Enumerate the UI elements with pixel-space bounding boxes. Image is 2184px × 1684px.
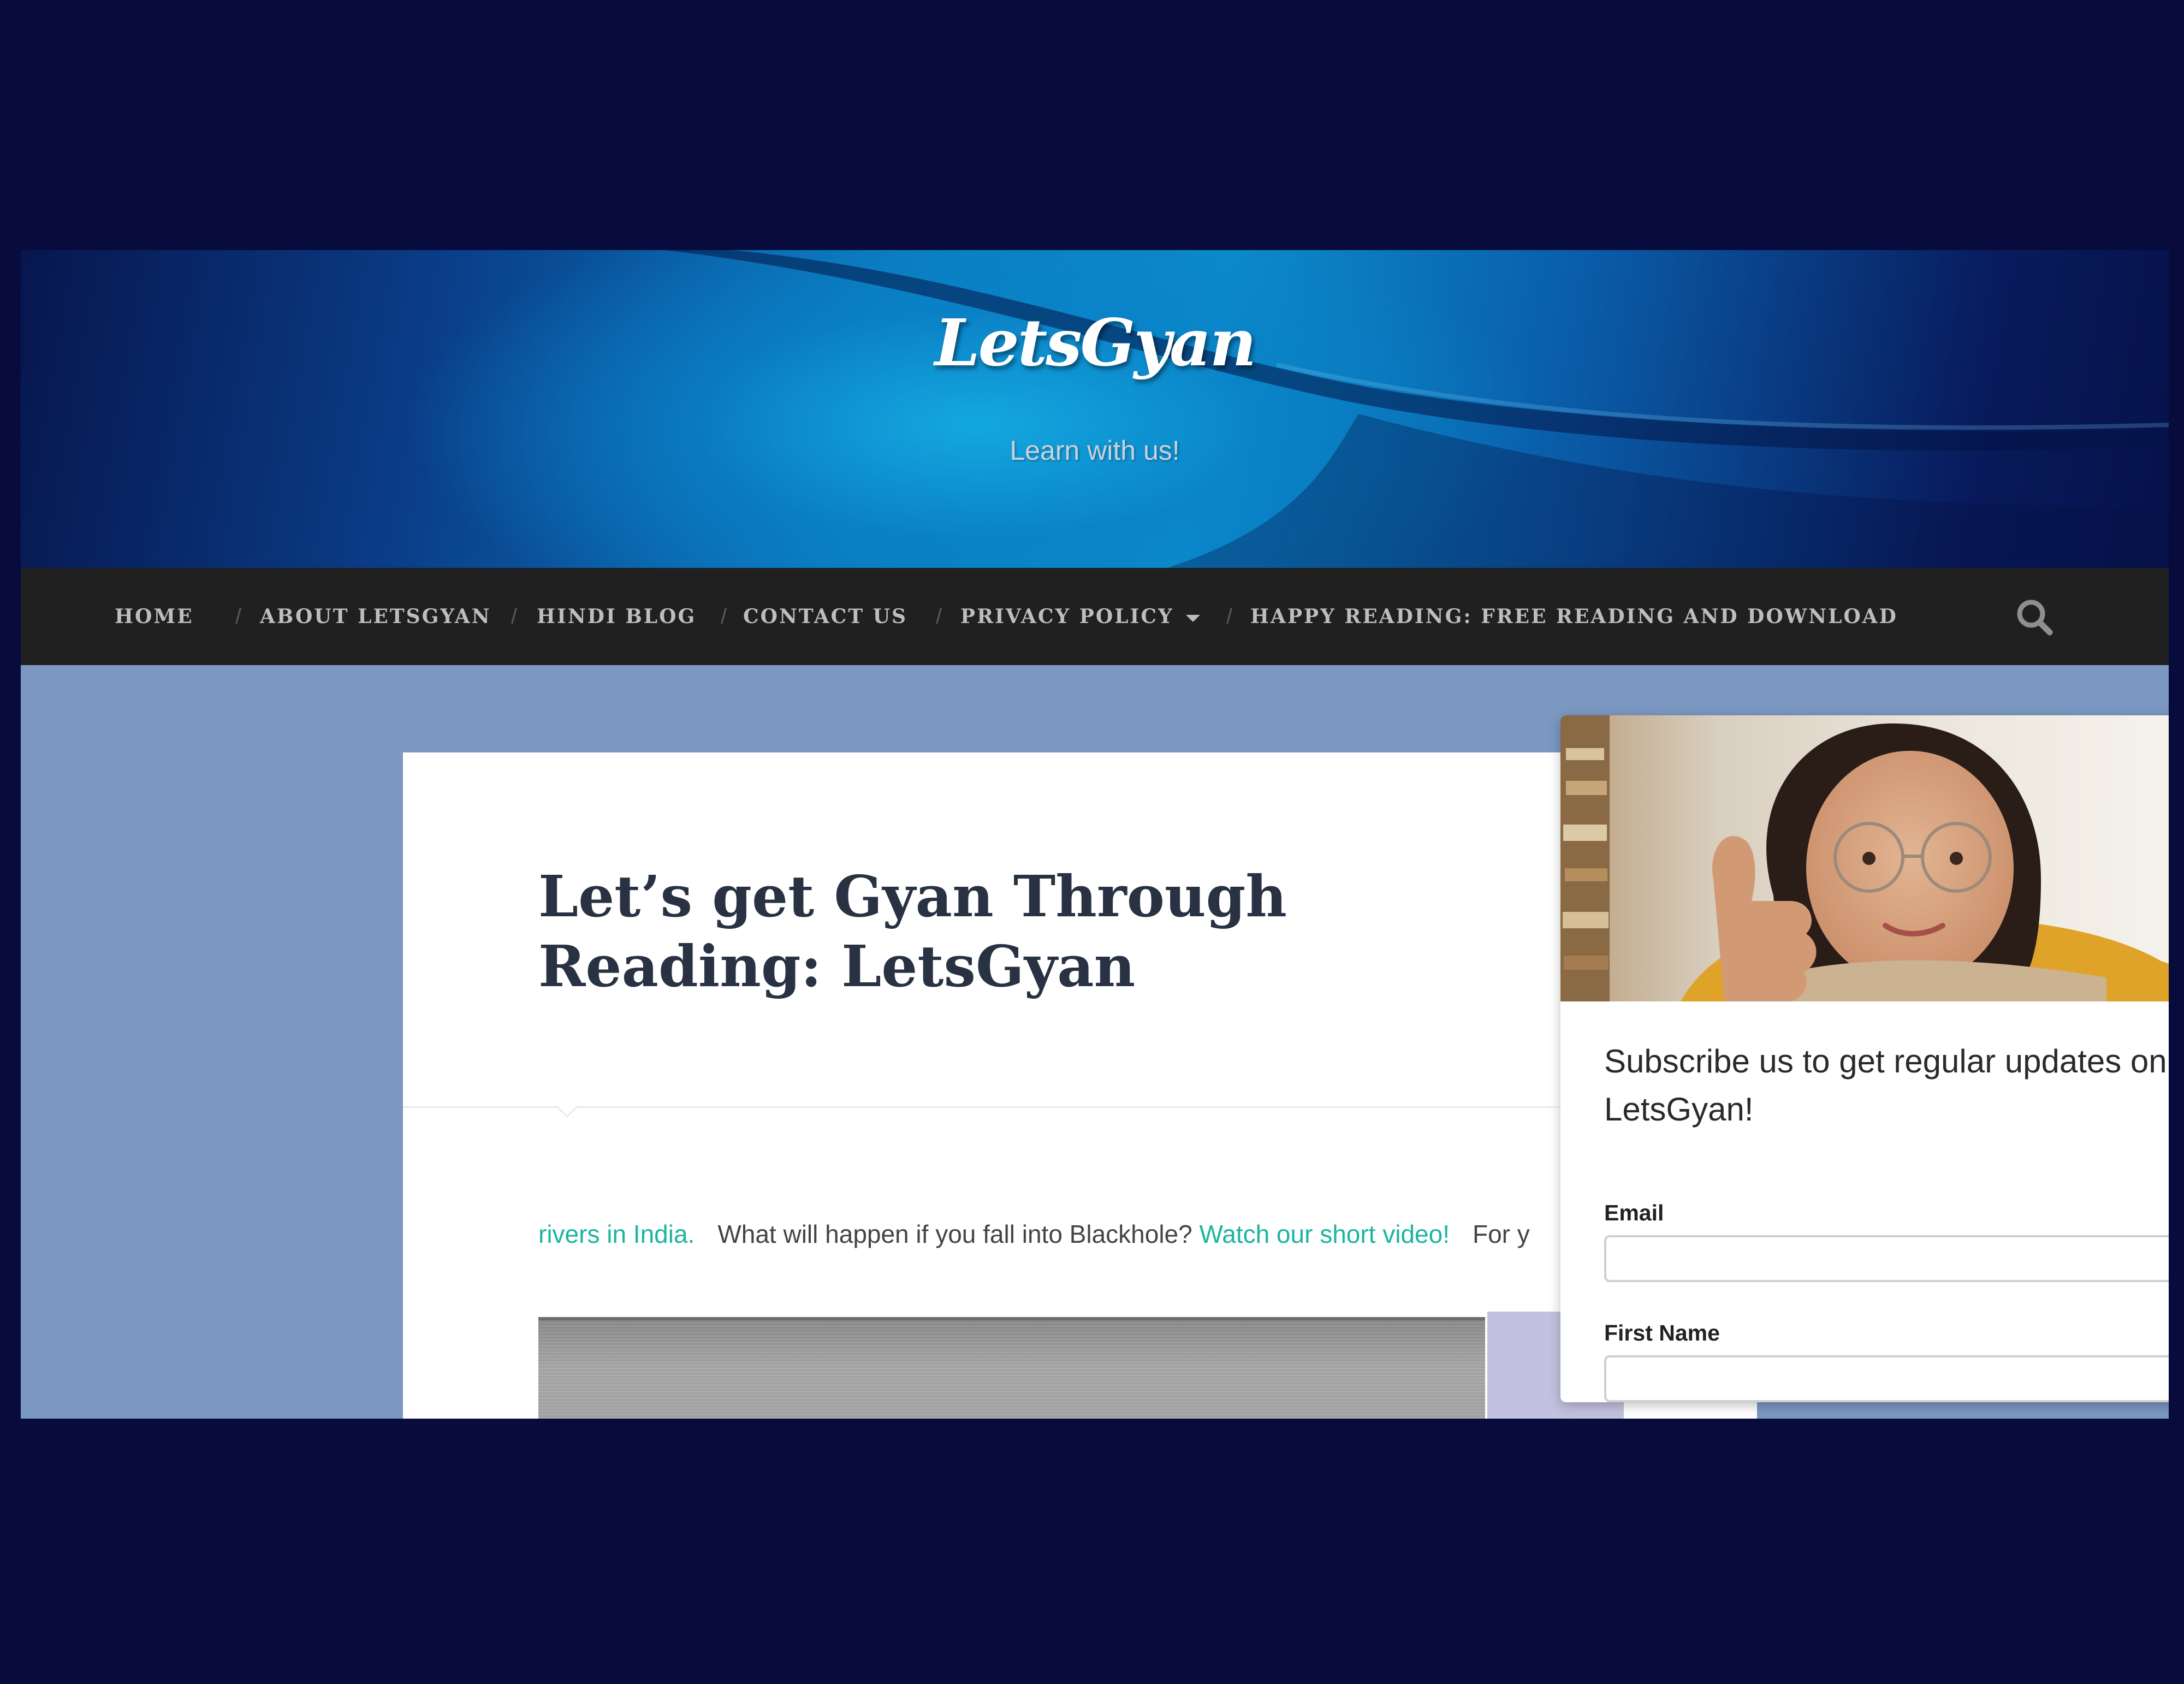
nav-separator: / [235, 604, 242, 628]
main-navigation: HOME / ABOUT LETSGYAN / HINDI BLOG / CON… [21, 568, 2169, 665]
ticker-link-rivers[interactable]: rivers in India. [538, 1220, 695, 1248]
divider-notch [555, 1095, 579, 1118]
email-field[interactable] [1604, 1235, 2169, 1282]
chevron-down-icon [1185, 614, 1200, 622]
search-icon[interactable] [2014, 596, 2055, 638]
nav-item-happy-reading[interactable]: HAPPY READING: FREE READING AND DOWNLOAD [1250, 568, 1898, 665]
nav-item-contact-us[interactable]: CONTACT US [743, 568, 907, 665]
nav-item-about-letsgyan[interactable]: ABOUT LETSGYAN [260, 568, 491, 665]
nav-item-privacy-policy[interactable]: PRIVACY POLICY [960, 568, 1200, 665]
news-ticker: rivers in India. What will happen if you … [538, 1219, 1530, 1249]
nav-item-privacy-policy-label: PRIVACY POLICY [960, 605, 1174, 628]
browser-screenshot: LetsGyan Learn with us! HOME / ABOUT LET… [21, 250, 2169, 1419]
site-header: LetsGyan Learn with us! [21, 250, 2169, 568]
nav-item-home[interactable]: HOME [115, 568, 194, 665]
post-image [538, 1317, 1485, 1419]
email-label: Email [1604, 1200, 1664, 1225]
header-wave-decoration [665, 250, 2169, 568]
site-title[interactable]: LetsGyan [21, 305, 2169, 381]
ticker-text-more: For y [1473, 1220, 1530, 1248]
site-tagline: Learn with us! [1010, 435, 1180, 466]
nav-separator: / [721, 604, 727, 628]
nav-item-hindi-blog[interactable]: HINDI BLOG [537, 568, 696, 665]
first-name-field[interactable] [1604, 1355, 2169, 1402]
subscribe-popup: Subscribe us to get regular updates on L… [1560, 715, 2169, 1402]
divider [403, 1106, 1757, 1108]
ticker-text-blackhole: What will happen if you fall into Blackh… [717, 1220, 1192, 1248]
popup-heading: Subscribe us to get regular updates on L… [1604, 1043, 2167, 1128]
first-name-label: First Name [1604, 1320, 1720, 1345]
post-card: Let’s get Gyan Through Reading: LetsGyan… [403, 752, 1757, 1419]
popup-photo [1560, 715, 2169, 1001]
ticker-link-video[interactable]: Watch our short video! [1200, 1220, 1450, 1248]
post-title: Let’s get Gyan Through Reading: LetsGyan [538, 863, 1287, 1000]
nav-separator: / [936, 604, 942, 628]
nav-separator: / [511, 604, 518, 628]
nav-separator: / [1226, 604, 1233, 628]
